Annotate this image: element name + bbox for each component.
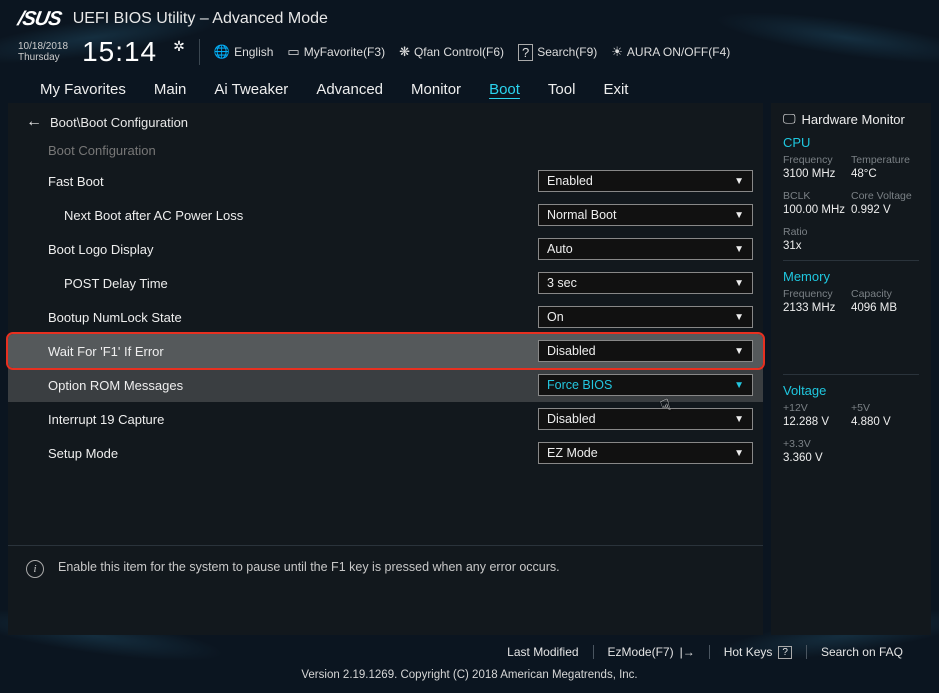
setting-label: Setup Mode [48, 446, 538, 461]
tab-ai-tweaker[interactable]: Ai Tweaker [214, 81, 288, 98]
info-icon: i [26, 560, 44, 578]
gear-icon[interactable]: ✲ [173, 38, 185, 55]
language-button[interactable]: 🌐English [214, 44, 274, 60]
settings-rows: Fast Boot Enabled ▼ Next Boot after AC Powe… [8, 164, 763, 545]
breadcrumb: ← Boot\Boot Configuration [8, 103, 763, 137]
hw-voltage-title: Voltage [783, 383, 919, 398]
setting-row: Setup Mode EZ Mode ▼ [8, 436, 763, 470]
setting-label: Option ROM Messages [48, 378, 538, 393]
brand-logo: /SUS [16, 8, 63, 31]
chevron-down-icon: ▼ [734, 210, 744, 221]
setting-value: 3 sec [547, 276, 577, 290]
search-faq-button[interactable]: Search on FAQ [807, 645, 917, 659]
setting-value: EZ Mode [547, 446, 598, 460]
setting-select[interactable]: Force BIOS ▼ [538, 374, 753, 396]
setting-label: Wait For 'F1' If Error [48, 344, 538, 359]
chevron-down-icon: ▼ [734, 312, 744, 323]
help-text: Enable this item for the system to pause… [58, 560, 560, 621]
ezmode-button[interactable]: EzMode(F7)|→ [594, 645, 709, 659]
setting-row: Bootup NumLock State On ▼ [8, 300, 763, 334]
chevron-down-icon: ▼ [734, 346, 744, 357]
setting-row: Wait For 'F1' If Error Disabled ▼ [8, 334, 763, 368]
setting-value: Force BIOS [547, 378, 612, 392]
setting-value: Enabled [547, 174, 593, 188]
monitor-icon: 🖵 [783, 111, 796, 127]
footer: Last Modified EzMode(F7)|→ Hot Keys? Sea… [0, 635, 939, 693]
question-icon: ? [518, 44, 533, 61]
breadcrumb-text: Boot\Boot Configuration [50, 115, 188, 130]
tab-tool[interactable]: Tool [548, 81, 576, 98]
globe-icon: 🌐 [214, 44, 230, 60]
hw-cpu-title: CPU [783, 135, 919, 150]
setting-value: Normal Boot [547, 208, 616, 222]
setting-select[interactable]: Normal Boot ▼ [538, 204, 753, 226]
date-block: 10/18/2018 Thursday [18, 41, 68, 63]
hotkeys-button[interactable]: Hot Keys? [710, 645, 806, 659]
chevron-down-icon: ▼ [734, 380, 744, 391]
setting-select[interactable]: Enabled ▼ [538, 170, 753, 192]
chevron-down-icon: ▼ [734, 244, 744, 255]
favorite-icon: ▭ [287, 44, 299, 60]
myfavorite-button[interactable]: ▭MyFavorite(F3) [287, 44, 385, 60]
setting-row: Interrupt 19 Capture Disabled ▼ [8, 402, 763, 436]
help-box: i Enable this item for the system to pau… [8, 545, 763, 635]
setting-label: POST Delay Time [64, 276, 538, 291]
setting-label: Boot Logo Display [48, 242, 538, 257]
chevron-down-icon: ▼ [734, 448, 744, 459]
setting-label: Fast Boot [48, 174, 538, 189]
setting-select[interactable]: Disabled ▼ [538, 340, 753, 362]
day: Thursday [18, 52, 68, 63]
chevron-down-icon: ▼ [734, 414, 744, 425]
tab-main[interactable]: Main [154, 81, 187, 98]
setting-select[interactable]: Auto ▼ [538, 238, 753, 260]
tab-my-favorites[interactable]: My Favorites [40, 81, 126, 98]
top-bar: /SUS UEFI BIOS Utility – Advanced Mode 1… [0, 0, 939, 75]
setting-row: Next Boot after AC Power LossNormal Boot… [8, 198, 763, 232]
main-panel: ← Boot\Boot Configuration Boot Configura… [8, 103, 763, 635]
qfan-button[interactable]: ❋Qfan Control(F6) [399, 44, 504, 60]
section-title: Boot Configuration [8, 137, 763, 164]
main-tabs: My Favorites Main Ai Tweaker Advanced Monito… [0, 75, 939, 103]
setting-select[interactable]: 3 sec ▼ [538, 272, 753, 294]
setting-value: Auto [547, 242, 573, 256]
tab-monitor[interactable]: Monitor [411, 81, 461, 98]
back-arrow-icon[interactable]: ← [26, 113, 42, 131]
chevron-down-icon: ▼ [734, 176, 744, 187]
last-modified-button[interactable]: Last Modified [493, 645, 592, 659]
setting-value: Disabled [547, 412, 596, 426]
hw-memory-title: Memory [783, 269, 919, 284]
tab-boot[interactable]: Boot [489, 81, 520, 98]
copyright: Version 2.19.1269. Copyright (C) 2018 Am… [22, 669, 917, 681]
date: 10/18/2018 [18, 41, 68, 52]
setting-row: POST Delay Time 3 sec ▼ [8, 266, 763, 300]
question-icon: ? [778, 646, 792, 659]
aura-icon: ☀ [611, 44, 623, 60]
setting-label: Bootup NumLock State [48, 310, 538, 325]
setting-label: Interrupt 19 Capture [48, 412, 538, 427]
tab-exit[interactable]: Exit [603, 81, 628, 98]
setting-value: On [547, 310, 564, 324]
aura-button[interactable]: ☀AURA ON/OFF(F4) [611, 44, 730, 60]
tab-advanced[interactable]: Advanced [316, 81, 383, 98]
setting-row: Option ROM MessagesForce BIOS▼☟ [8, 368, 763, 402]
search-button[interactable]: ?Search(F9) [518, 44, 597, 61]
setting-value: Disabled [547, 344, 596, 358]
app-title: UEFI BIOS Utility – Advanced Mode [73, 10, 328, 28]
setting-select[interactable]: On ▼ [538, 306, 753, 328]
setting-row: Boot Logo Display Auto ▼ [8, 232, 763, 266]
setting-row: Fast Boot Enabled ▼ [8, 164, 763, 198]
hardware-monitor-panel: 🖵Hardware Monitor CPU FrequencyTemperatu… [771, 103, 931, 635]
fan-icon: ❋ [399, 44, 410, 60]
chevron-down-icon: ▼ [734, 278, 744, 289]
clock: 15:14 [82, 36, 157, 68]
setting-label: Next Boot after AC Power Loss [64, 208, 538, 223]
setting-select[interactable]: Disabled ▼ [538, 408, 753, 430]
exit-icon: |→ [680, 645, 695, 659]
setting-select[interactable]: EZ Mode ▼ [538, 442, 753, 464]
hw-title: Hardware Monitor [802, 112, 905, 127]
